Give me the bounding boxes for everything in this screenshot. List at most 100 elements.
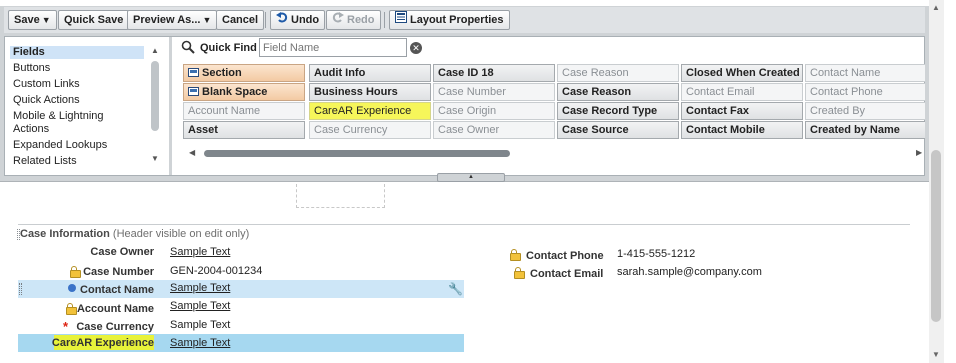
palette-field-used[interactable]: Contact Phone: [805, 83, 925, 101]
page-scroll-thumb[interactable]: [931, 150, 941, 322]
blank-space-icon: [188, 87, 199, 96]
clear-search-icon[interactable]: ✕: [410, 42, 422, 54]
palette-item-label: Blank Space: [202, 86, 268, 98]
drag-handle-icon[interactable]: [19, 283, 22, 295]
palette-field-used[interactable]: Case Owner: [433, 121, 555, 139]
field-palette: Fields Buttons Custom Links Quick Action…: [4, 36, 925, 176]
palette-field[interactable]: Case Record Type: [557, 102, 679, 120]
field-label: Contact Email: [530, 268, 604, 280]
toolbar-separator: [265, 12, 266, 28]
category-quick-actions[interactable]: Quick Actions: [10, 94, 144, 107]
cancel-button[interactable]: Cancel: [216, 10, 265, 30]
field-value: Sample Text: [170, 300, 231, 312]
preview-as-button[interactable]: Preview As... ▼: [127, 10, 218, 30]
palette-field[interactable]: Closed When Created: [681, 64, 803, 82]
field-value: GEN-2004-001234: [170, 265, 263, 277]
redo-label: Redo: [347, 14, 375, 27]
layout-field-row[interactable]: Account Name Sample Text: [18, 298, 464, 316]
toolbar-separator: [384, 12, 385, 28]
wrench-icon[interactable]: 🔧: [448, 282, 463, 296]
category-mobile-lightning-actions[interactable]: Actions: [10, 123, 144, 136]
palette-field[interactable]: Case Reason: [557, 83, 679, 101]
field-label: Account Name: [76, 303, 154, 315]
field-value: Sample Text: [170, 319, 231, 331]
category-scroll-thumb[interactable]: [151, 61, 159, 131]
chevron-down-icon: ▼: [202, 15, 212, 26]
category-related-lists[interactable]: Related Lists: [10, 155, 144, 168]
palette-field[interactable]: Audit Info: [309, 64, 431, 82]
layout-field-row[interactable]: Contact Email sarah.sample@company.com: [504, 264, 804, 282]
scroll-up-icon[interactable]: ▲: [932, 3, 940, 12]
palette-item-label: Section: [202, 67, 242, 79]
layout-properties-button[interactable]: Layout Properties: [389, 10, 510, 30]
required-dot-icon: [68, 284, 76, 292]
palette-field-used[interactable]: Case Number: [433, 83, 555, 101]
palette-field[interactable]: Case Source: [557, 121, 679, 139]
palette-field[interactable]: Contact Mobile: [681, 121, 803, 139]
layout-field-row[interactable]: Contact Phone 1-415-555-1212: [504, 246, 804, 264]
properties-icon: [395, 11, 407, 29]
section-divider: [18, 224, 910, 225]
collapse-palette-handle[interactable]: ▲: [437, 173, 505, 182]
palette-scroll-thumb[interactable]: [204, 150, 510, 157]
scroll-up-icon[interactable]: ▲: [151, 46, 159, 55]
lock-icon: [70, 266, 81, 278]
field-label: Case Currency: [76, 321, 154, 333]
scroll-right-icon[interactable]: ▶: [916, 148, 922, 157]
required-asterisk-icon: *: [63, 319, 69, 334]
category-expanded-lookups[interactable]: Expanded Lookups: [10, 139, 144, 152]
cancel-label: Cancel: [222, 14, 259, 27]
undo-button[interactable]: Undo: [270, 10, 326, 30]
save-button[interactable]: Save ▼: [8, 10, 57, 30]
palette-field[interactable]: Contact Fax: [681, 102, 803, 120]
palette-field-used[interactable]: Created By: [805, 102, 925, 120]
undo-label: Undo: [291, 14, 320, 27]
field-label: Contact Name: [80, 284, 154, 296]
preview-as-label: Preview As...: [133, 14, 201, 27]
field-value: sarah.sample@company.com: [617, 266, 762, 278]
palette-field-used[interactable]: Case Reason: [557, 64, 679, 82]
field-value: Sample Text: [170, 246, 231, 258]
quick-find-input[interactable]: [259, 38, 407, 57]
palette-field[interactable]: Created by Name: [805, 121, 925, 139]
field-grid: Section Audit Info Case ID 18 Case Reaso…: [183, 64, 925, 144]
palette-divider: [169, 37, 172, 175]
layout-properties-label: Layout Properties: [410, 14, 504, 27]
layout-field-row-hover[interactable]: Contact Name Sample Text 🔧: [18, 280, 464, 298]
palette-field[interactable]: Asset: [183, 121, 305, 139]
palette-field-used[interactable]: Account Name: [183, 102, 305, 120]
quick-find-label: Quick Find: [200, 42, 257, 54]
category-scrollbar[interactable]: ▲ ▼: [149, 43, 162, 170]
palette-field-used[interactable]: Contact Email: [681, 83, 803, 101]
field-label: Case Owner: [90, 246, 154, 258]
field-value: Sample Text: [170, 282, 231, 294]
section-header[interactable]: Case Information (Header visible on edit…: [20, 228, 249, 240]
palette-field-used[interactable]: Case Currency: [309, 121, 431, 139]
category-fields[interactable]: Fields: [10, 46, 144, 59]
palette-horizontal-scrollbar[interactable]: ◀ ▶: [183, 147, 925, 160]
layout-field-row[interactable]: Case Owner Sample Text: [18, 244, 464, 262]
scroll-down-icon[interactable]: ▼: [932, 350, 940, 359]
palette-field-used[interactable]: Case Origin: [433, 102, 555, 120]
palette-field-carear-experience[interactable]: CareAR Experience: [309, 102, 431, 120]
scroll-left-icon[interactable]: ◀: [189, 148, 195, 157]
layout-field-row-selected[interactable]: CareAR Experience Sample Text: [18, 334, 464, 352]
lock-icon: [514, 267, 525, 279]
category-mobile-lightning[interactable]: Mobile & Lightning: [10, 110, 144, 123]
layout-field-row[interactable]: * Case Currency Sample Text: [18, 316, 464, 334]
layout-field-row[interactable]: Case Number GEN-2004-001234: [18, 262, 464, 280]
category-buttons[interactable]: Buttons: [10, 62, 144, 75]
section-icon: [188, 68, 199, 77]
toolbar: Save ▼ Quick Save Preview As... ▼ Cancel U…: [4, 7, 925, 33]
palette-field-used[interactable]: Contact Name: [805, 64, 925, 82]
category-custom-links[interactable]: Custom Links: [10, 78, 144, 91]
scroll-down-icon[interactable]: ▼: [151, 154, 159, 163]
palette-item-section[interactable]: Section: [183, 64, 305, 82]
quick-save-button[interactable]: Quick Save: [58, 10, 130, 30]
palette-field[interactable]: Business Hours: [309, 83, 431, 101]
palette-field[interactable]: Case ID 18: [433, 64, 555, 82]
search-icon: [181, 40, 195, 57]
chevron-down-icon[interactable]: ▼: [42, 15, 51, 25]
redo-button[interactable]: Redo: [326, 10, 381, 30]
palette-item-blank-space[interactable]: Blank Space: [183, 83, 305, 101]
